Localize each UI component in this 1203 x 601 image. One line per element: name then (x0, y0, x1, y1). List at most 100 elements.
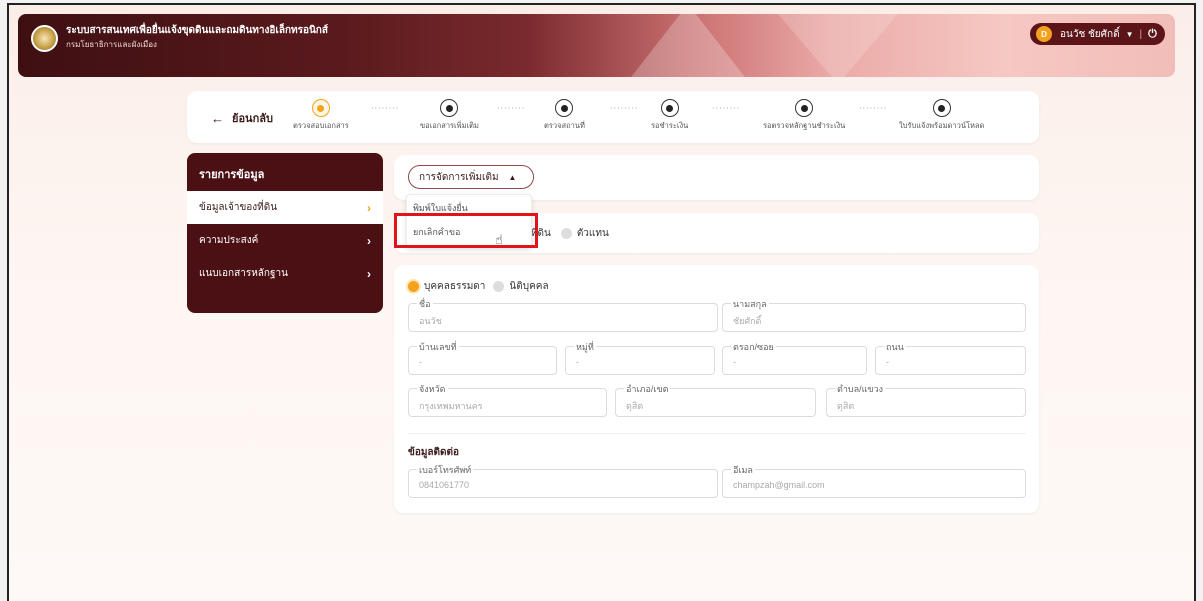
step-icon (555, 99, 574, 117)
radio-circle (560, 228, 572, 239)
step-icon (795, 99, 814, 117)
sidebar-item-purpose[interactable]: ความประสงค์ › (187, 224, 383, 257)
field-label: ชื่อ (417, 297, 433, 311)
step-6: ใบรับแจ้งพร้อมดาวน์โหลด (899, 99, 984, 132)
step-label: รอตรวจหลักฐานชำระเงิน (763, 121, 846, 130)
step-label: รอชำระเงิน (651, 121, 689, 130)
step-connector: ········ (712, 104, 741, 113)
sidebar-item-label: ข้อมูลเจ้าของที่ดิน (199, 202, 278, 213)
province-field[interactable]: จังหวัด กรุงเทพมหานคร (408, 382, 607, 417)
owner-form-card: บุคคลธรรมดา นิติบุคคล ชื่อ อนวัช นามสกุล… (394, 265, 1039, 513)
step-2: ขอเอกสารเพิ่มเติม (420, 99, 479, 132)
soi-field[interactable]: ตรอก/ซอย - (722, 340, 867, 375)
sidebar-item-label: แนบเอกสารหลักฐาน (199, 268, 288, 279)
field-label: ตำบล/แขวง (835, 382, 886, 396)
caret-down-icon: ▼ (1125, 29, 1134, 39)
contact-section-title: ข้อมูลติดต่อ (408, 447, 460, 458)
avatar: D (1036, 26, 1052, 42)
field-value: - (419, 357, 422, 367)
step-connector: ········ (371, 104, 400, 113)
field-value: ดุสิต (837, 401, 855, 411)
field-label: ตรอก/ซอย (731, 340, 776, 354)
radio-circle-selected (408, 281, 419, 292)
manage-more-button[interactable]: การจัดการเพิ่มเติม ▲ (408, 165, 534, 189)
person-type-options: บุคคลธรรมดา นิติบุคคล (408, 279, 549, 294)
radio-label: ตัวแทน (576, 228, 609, 239)
user-name: อนวัช ชัยศักดิ์ (1060, 28, 1120, 40)
sidebar-item-attachments[interactable]: แนบเอกสารหลักฐาน › (187, 257, 383, 290)
step-4: รอชำระเงิน (651, 99, 688, 132)
sidebar: รายการข้อมูล ข้อมูลเจ้าของที่ดิน › ความป… (187, 153, 383, 313)
app-subtitle: กรมโยธาธิการและผังเมือง (66, 40, 157, 49)
first-name-field[interactable]: ชื่อ อนวัช (408, 297, 718, 332)
top-bar: ระบบสารสนเทศเพื่อยื่นแจ้งขุดดินและถมดินท… (18, 14, 1175, 77)
step-label: ตรวจสอบเอกสาร (293, 121, 349, 130)
radio-label: บุคคลธรรมดา (424, 281, 486, 292)
step-label: ใบรับแจ้งพร้อมดาวน์โหลด (899, 121, 985, 130)
field-value: - (576, 357, 579, 367)
department-logo (31, 25, 58, 52)
field-label: บ้านเลขที่ (417, 340, 459, 354)
sidebar-item-owner[interactable]: ข้อมูลเจ้าของที่ดิน › (187, 191, 383, 224)
chevron-right-icon: › (367, 266, 371, 281)
field-value: ชัยศักดิ์ (733, 316, 762, 326)
field-value: อนวัช (419, 316, 442, 326)
back-label: ย้อนกลับ (232, 113, 273, 125)
step-active-icon (311, 99, 330, 117)
user-menu[interactable]: D อนวัช ชัยศักดิ์ ▼ | ⏻ (1030, 23, 1165, 45)
chevron-right-icon: › (367, 200, 371, 215)
road-field[interactable]: ถนน - (875, 340, 1026, 375)
moo-field[interactable]: หมู่ที่ - (565, 340, 715, 375)
field-label: เบอร์โทรศัพท์ (417, 463, 474, 477)
radio-circle (493, 281, 505, 292)
app-title: ระบบสารสนเทศเพื่อยื่นแจ้งขุดดินและถมดินท… (66, 25, 328, 36)
divider: | (1139, 28, 1143, 40)
phone-field[interactable]: เบอร์โทรศัพท์ 0841061770 (408, 463, 718, 498)
decorative-shape (778, 14, 898, 77)
house-no-field[interactable]: บ้านเลขที่ - (408, 340, 557, 375)
field-label: ถนน (884, 340, 906, 354)
chevron-right-icon: › (367, 233, 371, 248)
step-icon (660, 99, 679, 117)
step-icon (440, 99, 459, 117)
step-icon (932, 99, 951, 117)
power-icon[interactable]: ⏻ (1148, 28, 1157, 41)
field-value: champzah@gmail.com (733, 480, 825, 490)
field-value: - (886, 357, 889, 367)
radio-individual[interactable]: บุคคลธรรมดา (408, 279, 485, 294)
radio-juristic[interactable]: นิติบุคคล (493, 279, 549, 294)
back-button[interactable]: ← ย้อนกลับ (211, 109, 273, 127)
field-label: อำเภอ/เขต (624, 382, 671, 396)
step-label: ขอเอกสารเพิ่มเติม (420, 121, 479, 130)
sidebar-title: รายการข้อมูล (199, 169, 265, 181)
decorative-shape (618, 14, 758, 77)
step-connector: ········ (497, 104, 526, 113)
radio-agent[interactable]: ตัวแทน (560, 226, 609, 241)
manage-more-label: การจัดการเพิ่มเติม (419, 171, 499, 183)
sidebar-item-label: ความประสงค์ (199, 235, 259, 246)
field-label: อีเมล (731, 463, 755, 477)
step-1: ตรวจสอบเอกสาร (293, 99, 349, 132)
step-connector: ········ (859, 104, 888, 113)
arrow-left-icon: ← (211, 110, 224, 126)
radio-label: นิติบุคคล (509, 281, 549, 292)
step-3: ตรวจสถานที่ (544, 99, 585, 132)
step-label: ตรวจสถานที่ (544, 121, 585, 130)
last-name-field[interactable]: นามสกุล ชัยศักดิ์ (722, 297, 1026, 332)
field-label: จังหวัด (417, 382, 448, 396)
divider (408, 433, 1026, 434)
subdistrict-field[interactable]: ตำบล/แขวง ดุสิต (826, 382, 1026, 417)
app-window: ระบบสารสนเทศเพื่อยื่นแจ้งขุดดินและถมดินท… (7, 3, 1196, 601)
step-5: รอตรวจหลักฐานชำระเงิน (763, 99, 845, 132)
field-value: 0841061770 (419, 480, 470, 490)
field-value: กรุงเทพมหานคร (419, 401, 483, 411)
step-connector: ········ (610, 104, 639, 113)
field-value: - (733, 357, 736, 367)
field-value: ดุสิต (626, 401, 644, 411)
field-label: หมู่ที่ (574, 340, 596, 354)
highlight-box (394, 213, 538, 248)
district-field[interactable]: อำเภอ/เขต ดุสิต (615, 382, 816, 417)
email-field[interactable]: อีเมล champzah@gmail.com (722, 463, 1026, 498)
owner-type-options: งที่ดิน ตัวแทน (526, 226, 609, 241)
caret-up-icon: ▲ (508, 172, 517, 182)
